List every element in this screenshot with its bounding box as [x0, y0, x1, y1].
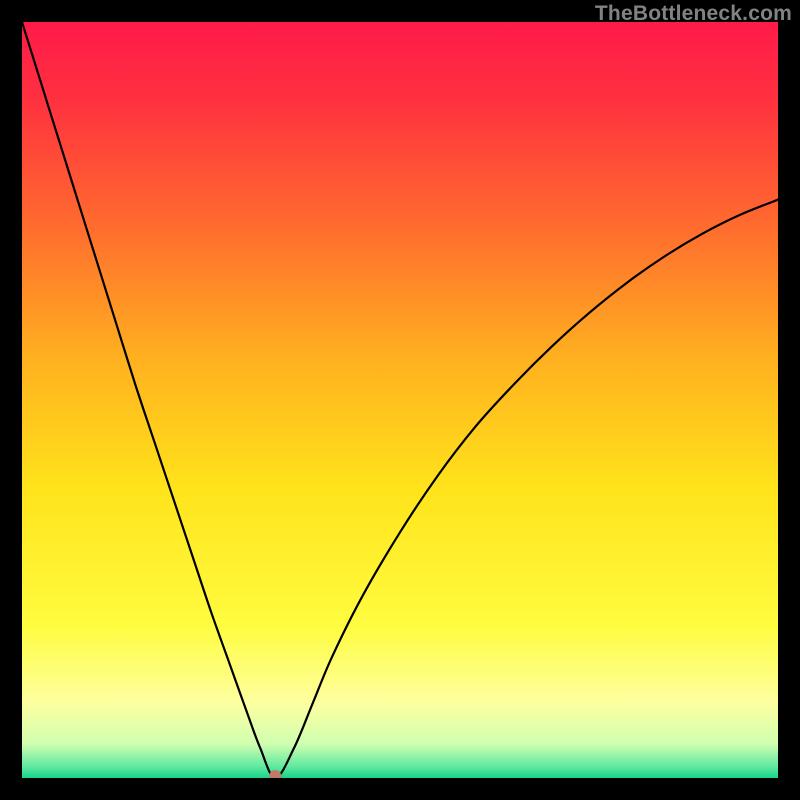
gradient-background	[22, 22, 778, 778]
chart-frame: TheBottleneck.com	[0, 0, 800, 800]
plot-area	[22, 22, 778, 778]
bottleneck-chart	[22, 22, 778, 778]
watermark-text: TheBottleneck.com	[595, 2, 792, 26]
